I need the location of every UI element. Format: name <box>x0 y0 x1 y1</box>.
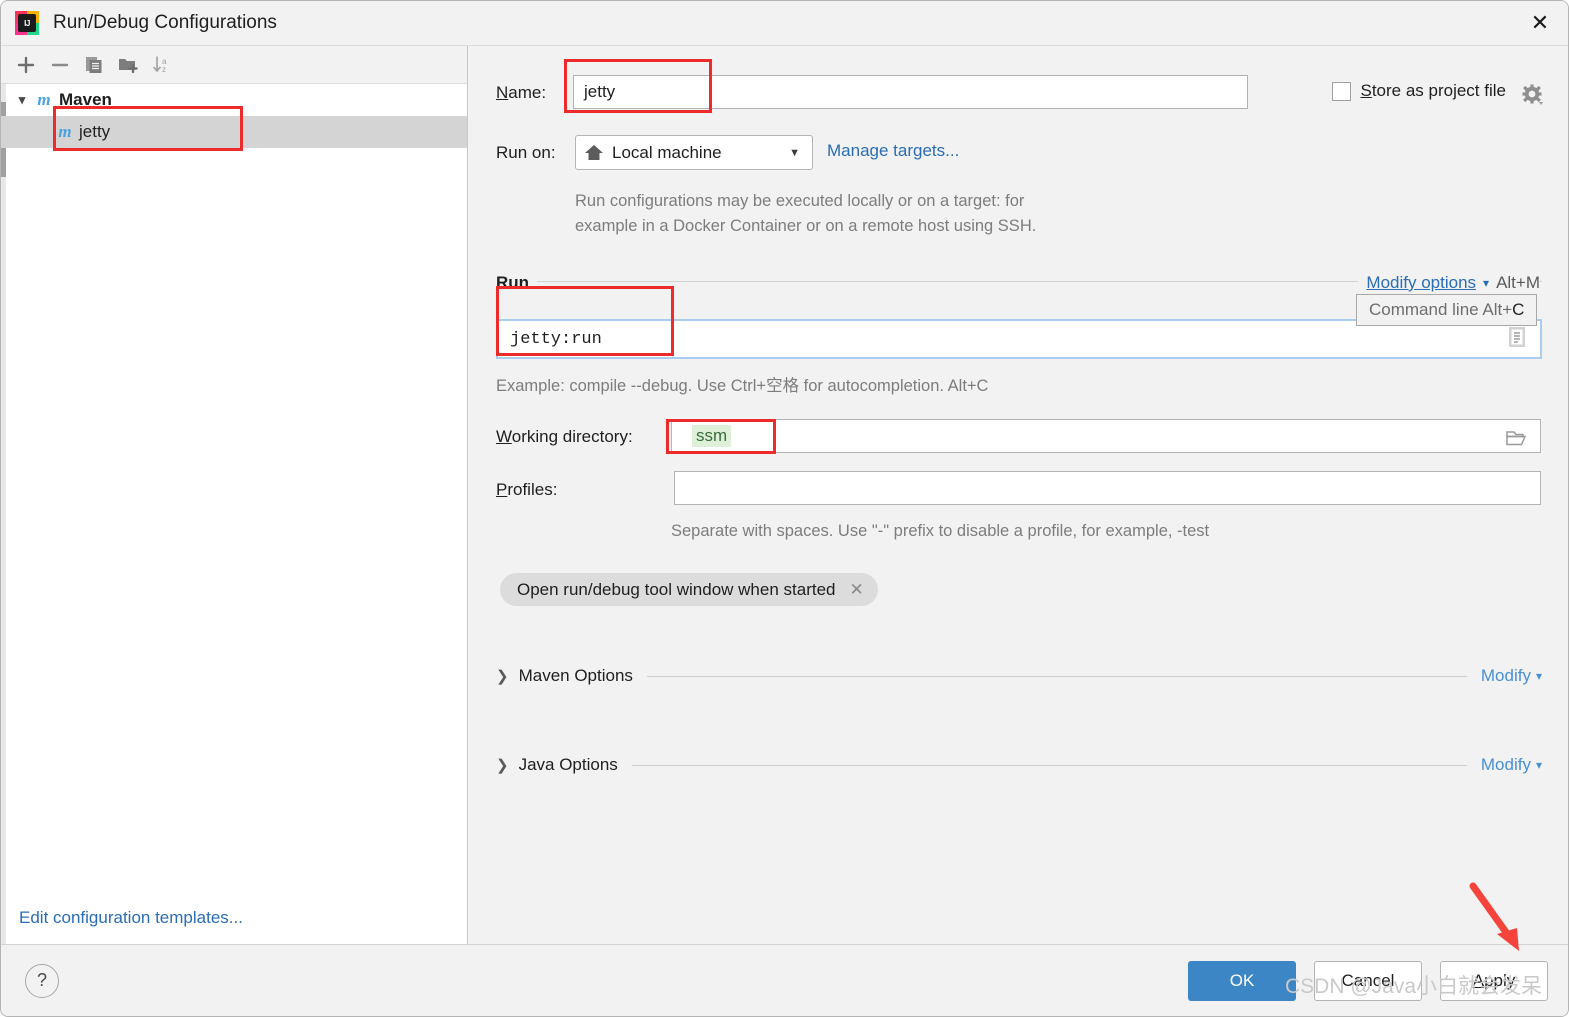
command-line-hint: Example: compile --debug. Use Ctrl+空格 fo… <box>496 377 989 395</box>
maven-icon: m <box>37 90 51 109</box>
window-title: Run/Debug Configurations <box>53 12 277 33</box>
sort-alphabetical-icon[interactable]: a z <box>147 51 177 79</box>
help-button[interactable]: ? <box>25 963 59 998</box>
chevron-down-icon[interactable]: ▾ <box>11 92 33 108</box>
profiles-input[interactable] <box>674 471 1541 505</box>
svg-text:z: z <box>162 65 166 74</box>
open-tool-window-chip[interactable]: Open run/debug tool window when started … <box>500 573 878 606</box>
manage-targets-link[interactable]: Manage targets... <box>827 141 959 161</box>
folder-browse-icon[interactable] <box>1506 428 1530 453</box>
chevron-right-icon[interactable]: ❯ <box>496 756 509 774</box>
tree-item-jetty[interactable]: m jetty <box>1 116 467 148</box>
chevron-down-icon[interactable]: ▼ <box>789 147 800 159</box>
section-rule <box>646 675 1467 677</box>
configurations-tree: ▾ m Maven m jetty <box>1 84 467 148</box>
maven-icon: m <box>58 122 72 141</box>
run-section-label: Run <box>496 273 538 293</box>
run-on-select[interactable]: Local machine ▼ <box>575 135 813 170</box>
home-icon <box>584 143 604 163</box>
run-on-description-line1: Run configurations may be executed local… <box>575 192 1025 210</box>
store-as-project-file-checkbox[interactable]: Store as project file <box>1332 81 1506 101</box>
chevron-down-icon[interactable]: ▾ <box>1483 276 1489 290</box>
watermark: CSDN @Java小白就会发呆 <box>1284 975 1542 998</box>
working-directory-label: Working directory: <box>496 427 633 446</box>
modify-options-shortcut: Alt+M <box>1496 273 1540 292</box>
command-line-tooltip: Command line Alt+C <box>1356 294 1538 326</box>
maven-options-modify-link[interactable]: Modify <box>1481 666 1531 686</box>
profiles-label: Profiles: <box>496 480 558 499</box>
title-bar: IJ Run/Debug Configurations ✕ <box>1 1 1568 46</box>
run-on-value: Local machine <box>612 142 722 162</box>
tree-group-maven[interactable]: ▾ m Maven <box>1 84 467 116</box>
working-directory-value: ssm <box>692 425 732 447</box>
section-title: Java Options <box>518 755 618 774</box>
modify-options-link[interactable]: Modify options <box>1366 273 1476 293</box>
name-input[interactable]: jetty <box>573 75 1248 109</box>
run-debug-configurations-dialog: IJ Run/Debug Configurations ✕ a z ▾ m Ma… <box>0 0 1569 1017</box>
name-input-value: jetty <box>584 82 616 101</box>
working-directory-input[interactable]: ssm <box>671 419 1541 453</box>
name-label: Name: <box>496 83 547 102</box>
edit-configuration-templates-link[interactable]: Edit configuration templates... <box>19 908 243 928</box>
add-configuration-button[interactable] <box>11 51 41 79</box>
tree-item-label: jetty <box>79 122 111 141</box>
section-maven-options[interactable]: ❯ Maven Options Modify ▾ <box>496 666 1542 686</box>
copy-icon[interactable] <box>79 51 109 79</box>
run-on-label: Run on: <box>496 143 556 162</box>
modify-options-group: Modify options ▾ Alt+M <box>1358 273 1540 293</box>
remove-configuration-button[interactable] <box>45 51 75 79</box>
gear-icon[interactable] <box>1520 83 1546 114</box>
close-icon[interactable]: ✕ <box>849 580 863 600</box>
section-title: Maven Options <box>518 666 633 685</box>
store-as-project-file-label: Store as project file <box>1360 81 1506 100</box>
section-java-options[interactable]: ❯ Java Options Modify ▾ <box>496 755 1542 775</box>
checkbox-box[interactable] <box>1332 81 1352 101</box>
section-rule <box>631 764 1467 766</box>
ok-button[interactable]: OK <box>1188 960 1296 1001</box>
chevron-right-icon[interactable]: ❯ <box>496 667 509 685</box>
java-options-modify-link[interactable]: Modify <box>1481 755 1531 775</box>
intellij-idea-icon: IJ <box>15 11 39 35</box>
expand-editor-icon[interactable] <box>1504 324 1530 355</box>
chevron-down-icon[interactable]: ▾ <box>1536 758 1542 772</box>
tooltip-text: Command line Alt+ <box>1369 300 1513 319</box>
sidebar-toolbar: a z <box>1 46 467 84</box>
command-line-value: jetty:run <box>510 329 602 349</box>
tooltip-accent: C <box>1512 300 1525 319</box>
folder-add-icon[interactable] <box>113 51 143 79</box>
run-on-description-line2: example in a Docker Container or on a re… <box>575 217 1037 235</box>
sidebar-scrollbar[interactable] <box>1 84 6 944</box>
open-tool-window-chip-label: Open run/debug tool window when started <box>517 579 836 599</box>
tree-group-label: Maven <box>59 90 112 109</box>
configurations-sidebar: a z ▾ m Maven m jetty Edit configuration… <box>1 46 468 944</box>
chevron-down-icon[interactable]: ▾ <box>1536 669 1542 683</box>
close-icon[interactable]: ✕ <box>1510 1 1568 45</box>
run-on-description: Run configurations may be executed local… <box>575 189 1135 239</box>
profiles-hint: Separate with spaces. Use "-" prefix to … <box>671 522 1210 540</box>
